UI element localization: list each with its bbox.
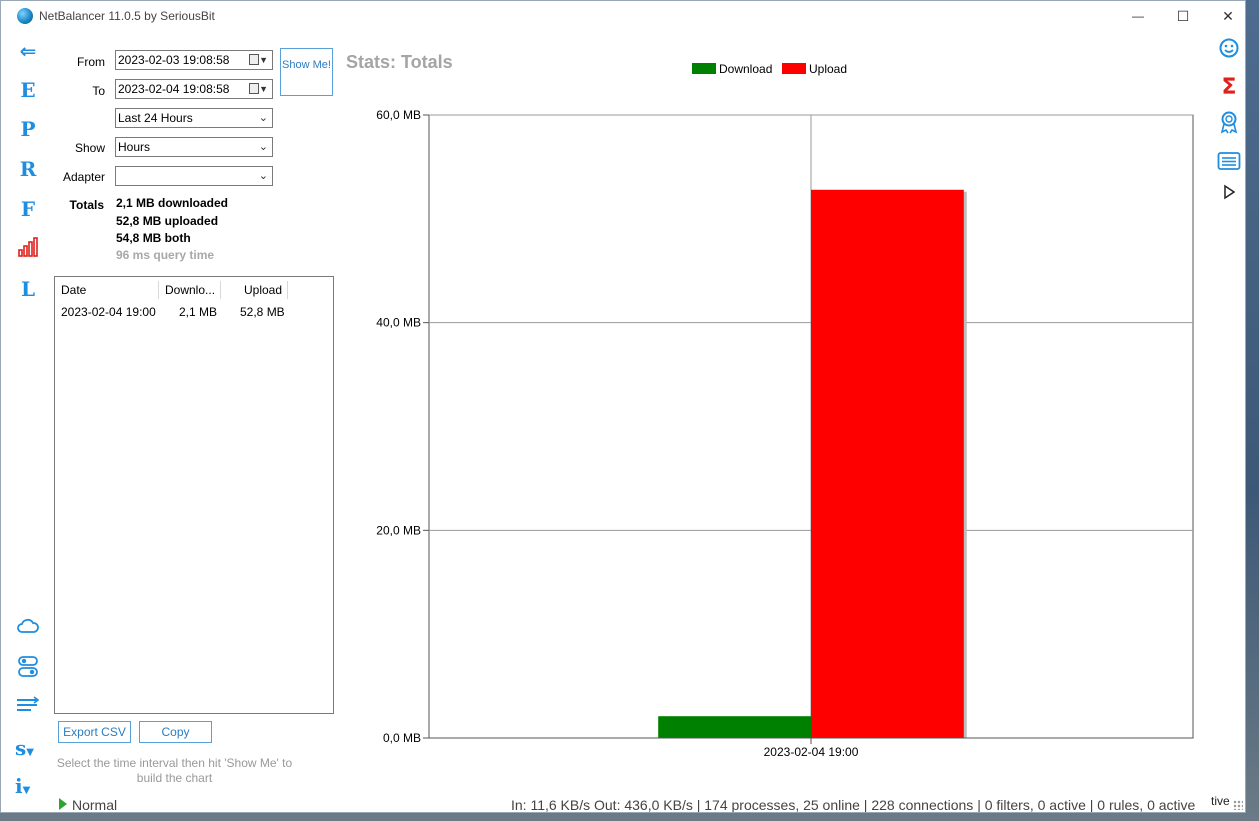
from-date-value: 2023-02-03 19:08:58 — [118, 53, 230, 67]
stats-title: Stats: Totals — [346, 52, 453, 72]
rail-e-icon[interactable]: E — [15, 77, 41, 103]
to-label: To — [92, 84, 105, 98]
rail-f-icon[interactable]: F — [15, 196, 41, 222]
range-select[interactable]: Last 24 Hours ⌄ — [115, 108, 273, 128]
show-label: Show — [74, 141, 105, 155]
legend-swatch-download — [692, 63, 716, 74]
x-tick-label: 2023-02-04 19:00 — [764, 745, 859, 759]
bar-download — [658, 716, 811, 738]
title-bar: NetBalancer 11.0.5 by SeriousBit — ☐ ✕ — [1, 1, 1245, 31]
rail-s-label: s — [15, 736, 27, 760]
totals-uploaded: 52,8 MB uploaded — [116, 214, 219, 228]
to-date-picker[interactable]: 2023-02-04 19:08:58 ▼ — [115, 79, 273, 99]
chevron-down-icon[interactable]: ▼ — [259, 51, 268, 69]
column-header-date[interactable]: Date — [61, 283, 86, 297]
bar-upload — [811, 189, 964, 738]
totals-downloaded: 2,1 MB downloaded — [116, 196, 229, 210]
minimize-button[interactable]: — — [1118, 5, 1158, 27]
app-window: NetBalancer 11.0.5 by SeriousBit — ☐ ✕ ⇐… — [0, 0, 1246, 813]
chevron-down-icon: ▼ — [26, 747, 34, 758]
cloud-icon[interactable] — [15, 615, 41, 641]
sigma-icon[interactable]: Σ — [1217, 76, 1241, 100]
legend-label-upload: Upload — [809, 62, 848, 76]
status-mode[interactable]: Normal — [72, 797, 117, 812]
totals-table[interactable]: Date Downlo... Upload 2023-02-04 19:00 2… — [54, 276, 334, 714]
copy-button[interactable]: Copy — [139, 721, 212, 743]
menu-lines-icon[interactable] — [15, 695, 41, 721]
totals-both: 54,8 MB both — [116, 231, 191, 245]
rail-l-icon[interactable]: L — [15, 276, 41, 302]
settings-s-icon[interactable]: s▼ — [15, 735, 49, 761]
app-logo-icon — [17, 8, 33, 24]
to-date-value: 2023-02-04 19:08:58 — [118, 82, 230, 96]
cell-download: 2,1 MB — [179, 305, 218, 319]
chevron-down-icon[interactable]: ⌄ — [259, 167, 268, 185]
cell-upload: 52,8 MB — [240, 305, 285, 319]
y-tick-label: 0,0 MB — [383, 731, 421, 745]
award-icon[interactable] — [1217, 110, 1241, 134]
calendar-icon[interactable] — [249, 83, 259, 94]
status-tail-text: tive — [1211, 794, 1230, 808]
rail-i-label: i — [15, 774, 23, 798]
from-date-picker[interactable]: 2023-02-03 19:08:58 ▼ — [115, 50, 273, 70]
chevron-down-icon: ▼ — [22, 785, 31, 796]
chevron-down-icon[interactable]: ▼ — [259, 80, 268, 98]
query-time: 96 ms query time — [116, 248, 215, 262]
back-icon[interactable]: ⇐ — [15, 38, 41, 64]
status-play-icon[interactable] — [59, 798, 67, 810]
show-value: Hours — [118, 140, 151, 154]
calendar-icon[interactable] — [249, 54, 259, 65]
rail-r-icon[interactable]: R — [15, 156, 41, 182]
adapter-label: Adapter — [62, 170, 105, 184]
show-me-button[interactable]: Show Me! — [280, 48, 333, 96]
legend-swatch-upload — [782, 63, 806, 74]
column-header-upload[interactable]: Upload — [244, 283, 282, 297]
close-button[interactable]: ✕ — [1208, 5, 1245, 27]
stats-chart-icon[interactable] — [15, 236, 41, 262]
cell-date: 2023-02-04 19:00 — [61, 305, 156, 319]
status-summary: In: 11,6 KB/s Out: 436,0 KB/s | 174 proc… — [511, 797, 1196, 813]
list-icon[interactable] — [1217, 151, 1241, 175]
range-value: Last 24 Hours — [118, 111, 193, 125]
y-tick-label: 40,0 MB — [376, 316, 421, 330]
chevron-down-icon[interactable]: ⌄ — [259, 138, 268, 156]
adapter-select[interactable]: ⌄ — [115, 166, 273, 186]
totals-bar-chart: 0,0 MB 20,0 MB 40,0 MB 60,0 MB 2023-02-04 19… — [376, 108, 1194, 759]
export-csv-button[interactable]: Export CSV — [58, 721, 131, 743]
legend-label-download: Download — [719, 62, 773, 76]
smiley-icon[interactable] — [1217, 37, 1241, 61]
show-select[interactable]: Hours ⌄ — [115, 137, 273, 157]
from-label: From — [77, 55, 105, 69]
column-divider[interactable] — [158, 281, 159, 299]
column-divider[interactable] — [220, 281, 221, 299]
info-i-icon[interactable]: i▼ — [15, 773, 49, 799]
totals-label: Totals — [69, 198, 104, 212]
play-icon[interactable] — [1217, 184, 1241, 208]
hint-text: Select the time interval then hit 'Show … — [56, 756, 293, 785]
column-header-download[interactable]: Downlo... — [165, 283, 215, 297]
maximize-button[interactable]: ☐ — [1163, 5, 1203, 27]
resize-grip[interactable] — [1233, 800, 1243, 810]
rail-p-icon[interactable]: P — [15, 116, 41, 142]
chevron-down-icon[interactable]: ⌄ — [259, 109, 268, 127]
column-divider[interactable] — [287, 281, 288, 299]
y-tick-label: 60,0 MB — [376, 108, 421, 122]
window-title: NetBalancer 11.0.5 by SeriousBit — [39, 9, 215, 23]
toggles-icon[interactable] — [15, 655, 41, 681]
y-tick-label: 20,0 MB — [376, 523, 421, 537]
